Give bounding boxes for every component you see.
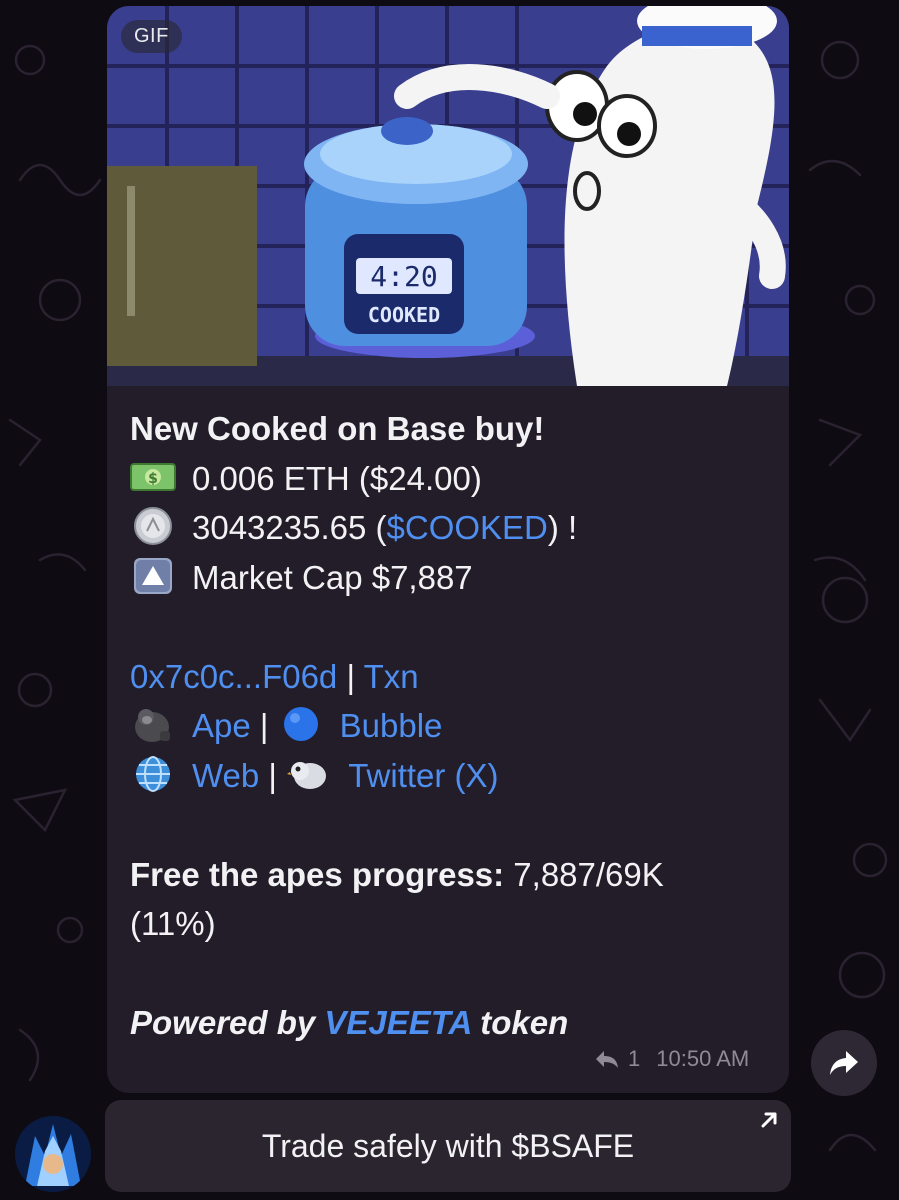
- avatar-image: [15, 1116, 91, 1192]
- trade-safely-label: Trade safely with $BSAFE: [261, 1127, 635, 1164]
- reply-arrow-icon: [596, 1051, 618, 1068]
- market-cap: Market Cap $7,887: [192, 558, 473, 596]
- progress-value: 7,887/69K: [504, 855, 664, 893]
- share-button[interactable]: [811, 1030, 877, 1096]
- globe-emoji-icon: [136, 755, 170, 792]
- message-time: 10:50 AM: [656, 1046, 750, 1071]
- reply-count[interactable]: 1: [628, 1046, 640, 1072]
- powered-by-line: Powered by VEJEETA token: [130, 998, 770, 1048]
- gif-media[interactable]: 4:20 COOKED GIF: [107, 6, 789, 386]
- bird-emoji-icon: [287, 761, 327, 789]
- message-text: New Cooked on Base buy! $ 0.006 ETH ($24…: [130, 404, 770, 1048]
- blue-circle-emoji-icon: [283, 707, 318, 741]
- web-twitter-line: Web | Twitter (X): [130, 751, 770, 801]
- buy-title: New Cooked on Base buy!: [130, 410, 545, 447]
- bot-avatar[interactable]: [15, 1116, 91, 1192]
- message-meta: 1 10:50 AM: [594, 1046, 749, 1072]
- coin-emoji-icon: [134, 507, 172, 545]
- up-arrow-button-emoji-icon: [134, 557, 172, 594]
- token-amount-line: 3043235.65 ($COOKED) !: [130, 503, 770, 553]
- token-amount: 3043235.65 (: [192, 509, 387, 546]
- txn-link[interactable]: Txn: [364, 658, 419, 695]
- eth-amount-line: $ 0.006 ETH ($24.00): [130, 454, 770, 504]
- separator: |: [337, 657, 364, 695]
- powered-suffix: token: [471, 1004, 569, 1041]
- trade-safely-button[interactable]: Trade safely with $BSAFE: [105, 1100, 791, 1192]
- powered-prefix: Powered by: [130, 1004, 325, 1041]
- progress-label: Free the apes progress:: [130, 855, 505, 893]
- separator: |: [250, 707, 278, 744]
- separator: |: [259, 756, 287, 794]
- progress-percent: (11%): [130, 905, 216, 942]
- ape-bubble-line: Ape | Bubble: [130, 701, 770, 751]
- contract-address-link[interactable]: 0x7c0c...F06d: [130, 658, 337, 695]
- address-line: 0x7c0c...F06d | Txn: [130, 652, 770, 702]
- token-symbol-link[interactable]: $COOKED: [387, 509, 548, 546]
- bubble-link[interactable]: Bubble: [340, 707, 443, 744]
- message-bubble[interactable]: 4:20 COOKED GIF New Cooked on Base buy! …: [107, 6, 789, 1093]
- vejeeta-link[interactable]: VEJEETA: [324, 1004, 471, 1041]
- gif-illustration: 4:20 COOKED: [107, 6, 789, 386]
- cooker-display-time: 4:20: [370, 260, 437, 293]
- eth-amount: 0.006 ETH ($24.00): [192, 459, 482, 497]
- gif-badge: GIF: [121, 20, 182, 53]
- market-cap-line: Market Cap $7,887: [130, 553, 770, 603]
- gorilla-emoji-icon: [135, 709, 170, 742]
- twitter-link[interactable]: Twitter (X): [348, 757, 498, 794]
- token-suffix: ) !: [547, 509, 578, 546]
- cooker-display-word: COOKED: [368, 303, 440, 327]
- web-link[interactable]: Web: [192, 757, 259, 794]
- progress-line: Free the apes progress: 7,887/69K: [130, 850, 770, 900]
- share-arrow-icon: [830, 1051, 858, 1075]
- external-link-arrow-icon: [761, 1112, 777, 1128]
- ape-link[interactable]: Ape: [192, 707, 251, 744]
- svg-text:$: $: [148, 471, 158, 487]
- money-bill-emoji-icon: $: [130, 462, 176, 491]
